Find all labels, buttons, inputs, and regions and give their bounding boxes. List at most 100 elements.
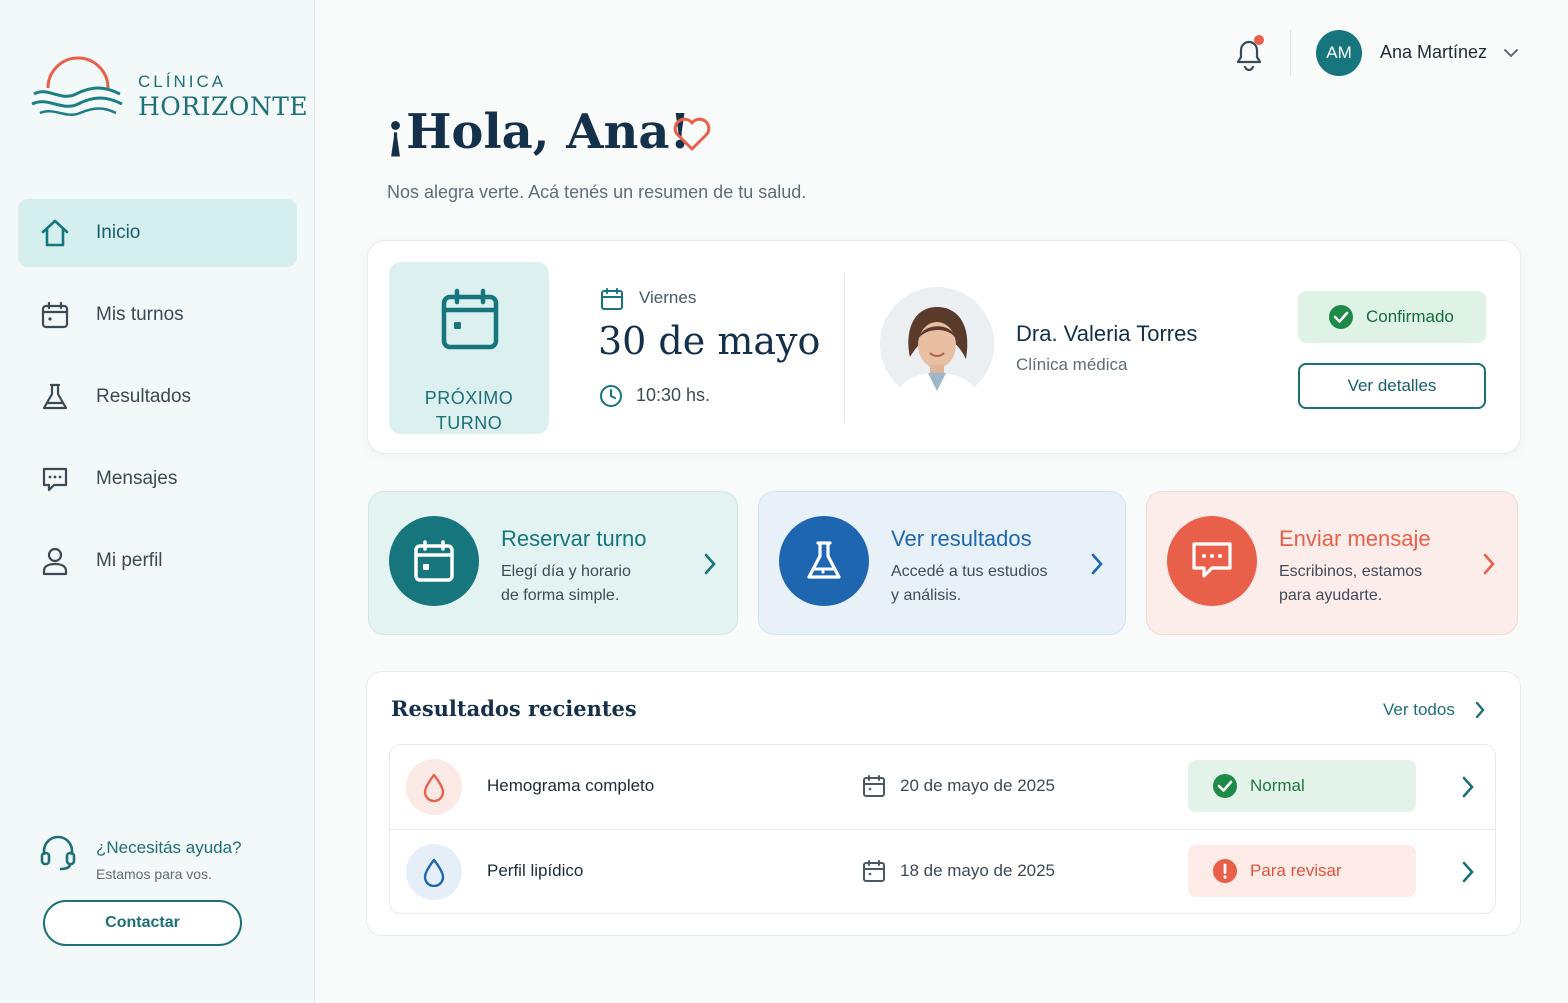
action-description: Accedé a tus estudios y análisis. bbox=[891, 560, 1081, 608]
chevron-down-icon[interactable] bbox=[1502, 44, 1520, 62]
check-circle-icon bbox=[1213, 774, 1237, 798]
sunrise-wave-logo-icon bbox=[31, 56, 123, 116]
view-details-button[interactable]: Ver detalles bbox=[1298, 363, 1486, 409]
chevron-right-icon bbox=[1091, 553, 1103, 575]
next-appointment-card: PRÓXIMO TURNO Viernes 30 de mayo 10:30 h… bbox=[367, 240, 1521, 454]
contact-button[interactable]: Contactar bbox=[43, 900, 242, 946]
section-title: Resultados recientes bbox=[391, 696, 637, 721]
alert-circle-icon bbox=[1213, 859, 1237, 883]
check-circle-icon bbox=[1329, 305, 1353, 329]
result-date: 20 de mayo de 2025 bbox=[900, 776, 1056, 795]
drop-icon bbox=[423, 858, 445, 887]
flask-icon bbox=[807, 541, 841, 579]
action-description: Elegí día y horario de forma simple. bbox=[501, 560, 691, 608]
send-message-card[interactable]: Enviar mensaje Escribinos, estamos para … bbox=[1146, 491, 1518, 635]
action-description-line-1: Accedé a tus estudios bbox=[891, 563, 1048, 580]
view-results-card[interactable]: Ver resultados Accedé a tus estudios y a… bbox=[758, 491, 1126, 635]
brand-line-2: HORIZONTE bbox=[138, 92, 309, 121]
clinic-logo[interactable]: CLÍNICA HORIZONTE bbox=[30, 52, 308, 132]
chevron-right-icon bbox=[1483, 553, 1495, 575]
recent-results-panel: Resultados recientes Ver todos Hemograma… bbox=[366, 671, 1521, 936]
sidebar-item-label: Resultados bbox=[96, 386, 192, 407]
tile-label-line-2: TURNO bbox=[435, 413, 503, 433]
help-title: ¿Necesitás ayuda? bbox=[96, 838, 242, 857]
calendar-icon bbox=[601, 288, 623, 310]
sidebar-item-label: Inicio bbox=[96, 222, 141, 243]
view-results-icon-circle bbox=[779, 516, 869, 606]
chevron-right-icon[interactable] bbox=[1473, 700, 1487, 720]
user-name[interactable]: Ana Martínez bbox=[1380, 42, 1487, 63]
drop-icon-circle bbox=[406, 759, 462, 815]
drop-icon-circle bbox=[406, 844, 462, 900]
send-message-icon-circle bbox=[1167, 516, 1257, 606]
table-row[interactable]: Perfil lipídico 18 de mayo de 2025 Para … bbox=[390, 829, 1495, 913]
sidebar-item-label: Mensajes bbox=[96, 468, 178, 489]
sidebar: CLÍNICA HORIZONTE Inicio Mis turnos Resu… bbox=[0, 0, 315, 1003]
sidebar-item-mi-perfil[interactable]: Mi perfil bbox=[18, 527, 297, 595]
next-appointment-tile: PRÓXIMO TURNO bbox=[389, 262, 549, 434]
calendar-icon bbox=[863, 775, 885, 797]
notifications-button[interactable] bbox=[1232, 35, 1266, 72]
sidebar-nav: Inicio Mis turnos Resultados Mensajes Mi… bbox=[18, 199, 297, 609]
action-title: Enviar mensaje bbox=[1279, 526, 1431, 551]
sidebar-item-inicio[interactable]: Inicio bbox=[18, 199, 297, 267]
doctor-portrait-image bbox=[880, 287, 994, 401]
status-label: Para revisar bbox=[1250, 861, 1342, 880]
next-appointment-label: PRÓXIMO TURNO bbox=[389, 386, 549, 436]
heart-icon bbox=[673, 117, 711, 151]
headset-icon bbox=[40, 835, 76, 871]
action-description-line-2: y análisis. bbox=[891, 587, 962, 604]
avatar[interactable]: AM bbox=[1316, 30, 1362, 76]
action-description-line-2: para ayudarte. bbox=[1279, 587, 1383, 604]
doctor-name: Dra. Valeria Torres bbox=[1016, 321, 1198, 346]
status-label: Normal bbox=[1250, 776, 1305, 795]
calendar-icon bbox=[441, 288, 499, 350]
chat-icon bbox=[38, 462, 72, 496]
calendar-icon bbox=[863, 860, 885, 882]
brand-line-1: CLÍNICA bbox=[138, 72, 227, 91]
appointment-weekday: Viernes bbox=[639, 288, 697, 307]
result-name: Hemograma completo bbox=[487, 776, 655, 795]
table-row[interactable]: Hemograma completo 20 de mayo de 2025 No… bbox=[390, 745, 1495, 829]
page-title: ¡Hola, Ana! bbox=[385, 104, 691, 160]
flask-icon bbox=[38, 380, 72, 414]
user-icon bbox=[38, 544, 72, 578]
doctor-specialty: Clínica médica bbox=[1016, 355, 1128, 374]
help-subtitle: Estamos para vos. bbox=[96, 866, 212, 882]
book-appointment-icon-circle bbox=[389, 516, 479, 606]
tile-label-line-1: PRÓXIMO bbox=[424, 388, 514, 408]
result-name: Perfil lipídico bbox=[487, 861, 584, 880]
book-appointment-card[interactable]: Reservar turno Elegí día y horario de fo… bbox=[368, 491, 738, 635]
action-description-line-1: Escribinos, estamos bbox=[1279, 563, 1423, 580]
action-description: Escribinos, estamos para ayudarte. bbox=[1279, 560, 1469, 608]
action-description-line-2: de forma simple. bbox=[501, 587, 620, 604]
action-title: Reservar turno bbox=[501, 526, 647, 551]
results-table: Hemograma completo 20 de mayo de 2025 No… bbox=[389, 744, 1496, 914]
appointment-date: 30 de mayo bbox=[598, 319, 821, 363]
page-subtitle: Nos alegra verte. Acá tenés un resumen d… bbox=[387, 182, 807, 202]
sidebar-item-resultados[interactable]: Resultados bbox=[18, 363, 297, 431]
chevron-right-icon[interactable] bbox=[1460, 775, 1476, 799]
action-title: Ver resultados bbox=[891, 526, 1032, 551]
clock-icon bbox=[600, 385, 622, 407]
home-icon bbox=[38, 216, 72, 250]
appointment-time: 10:30 hs. bbox=[636, 385, 711, 405]
sidebar-item-label: Mis turnos bbox=[96, 304, 184, 325]
chevron-right-icon bbox=[704, 553, 716, 575]
notification-dot bbox=[1254, 35, 1264, 45]
sidebar-item-mis-turnos[interactable]: Mis turnos bbox=[18, 281, 297, 349]
status-label: Confirmado bbox=[1366, 307, 1454, 326]
sidebar-item-mensajes[interactable]: Mensajes bbox=[18, 445, 297, 513]
action-description-line-1: Elegí día y horario bbox=[501, 563, 631, 580]
status-badge: Para revisar bbox=[1188, 845, 1416, 897]
divider bbox=[844, 273, 845, 423]
result-date: 18 de mayo de 2025 bbox=[900, 861, 1056, 880]
see-all-link[interactable]: Ver todos bbox=[1383, 700, 1455, 720]
blood-drop-icon bbox=[423, 773, 445, 802]
divider bbox=[1290, 30, 1291, 76]
sidebar-item-label: Mi perfil bbox=[96, 550, 163, 571]
doctor-photo bbox=[880, 287, 994, 401]
status-badge: Confirmado bbox=[1298, 291, 1486, 343]
chevron-right-icon[interactable] bbox=[1460, 860, 1476, 884]
status-badge: Normal bbox=[1188, 760, 1416, 812]
